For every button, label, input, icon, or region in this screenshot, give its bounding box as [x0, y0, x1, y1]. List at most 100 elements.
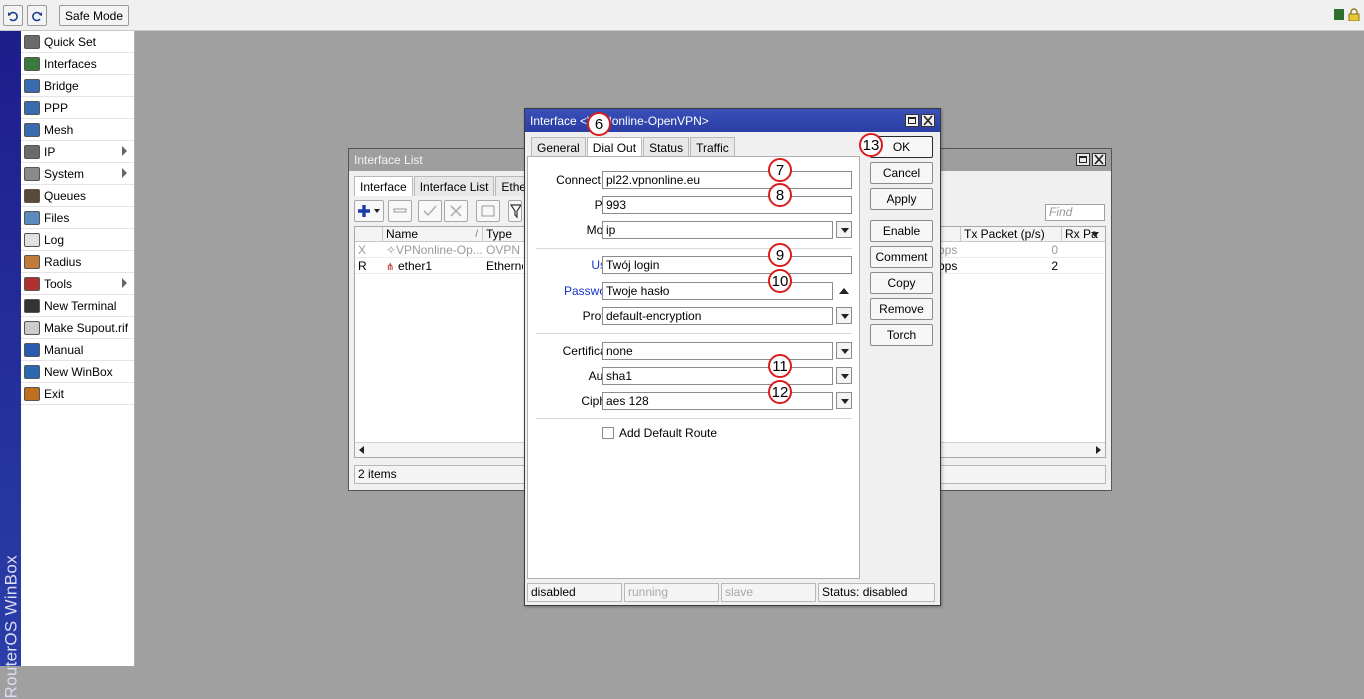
- files-icon: [24, 210, 40, 225]
- winbox-icon: [24, 364, 40, 379]
- add-button[interactable]: [354, 200, 384, 222]
- row-type: OVPN C: [486, 243, 523, 257]
- find-input[interactable]: Find: [1045, 204, 1105, 221]
- comment-button[interactable]: [476, 200, 500, 222]
- sidebar-item-quick-set[interactable]: Quick Set: [21, 31, 134, 53]
- profile-select[interactable]: default-encryption: [602, 307, 833, 325]
- tab-interface-list[interactable]: Interface List: [413, 176, 495, 196]
- password-input[interactable]: Twoje hasło: [602, 282, 833, 300]
- tab-traffic[interactable]: Traffic: [690, 137, 735, 156]
- sidebar-item-label: Interfaces: [44, 56, 97, 71]
- sidebar-item-label: Log: [44, 232, 65, 247]
- col-type[interactable]: Type: [483, 227, 523, 242]
- sidebar-item-log[interactable]: Log: [21, 229, 134, 251]
- queues-icon: [24, 188, 40, 203]
- cipher-select[interactable]: aes 128: [602, 392, 833, 410]
- mode-dropdown-icon[interactable]: [836, 221, 852, 238]
- sidebar-item-exit[interactable]: Exit: [21, 383, 134, 405]
- undo-button[interactable]: [3, 5, 23, 26]
- status-slave: slave: [721, 583, 816, 602]
- add-default-route-checkbox[interactable]: [602, 427, 614, 439]
- sidebar-item-label: Mesh: [44, 122, 74, 137]
- sidebar-menu: Quick Set Interfaces Bridge PPP Mesh IP System…: [21, 31, 135, 666]
- hide-password-icon[interactable]: [839, 288, 849, 294]
- comment-button[interactable]: Comment: [870, 246, 933, 268]
- connect-to-input[interactable]: pl22.vpnonline.eu: [602, 171, 852, 189]
- close-button[interactable]: [1092, 153, 1106, 166]
- terminal-icon: [24, 298, 40, 313]
- filter-icon: [509, 204, 523, 219]
- row-flag: R: [358, 259, 367, 273]
- annotation-marker: 7: [768, 158, 792, 182]
- sidebar-item-system[interactable]: System: [21, 163, 134, 185]
- ppp-icon: [24, 100, 40, 115]
- cancel-button[interactable]: Cancel: [870, 162, 933, 184]
- submenu-arrow-icon: [122, 146, 127, 156]
- annotation-marker: 9: [768, 243, 792, 267]
- sidebar-item-label: Quick Set: [44, 34, 97, 49]
- col-rx-packet[interactable]: Rx Pa: [1062, 227, 1105, 242]
- copy-button[interactable]: Copy: [870, 272, 933, 294]
- sidebar-item-make-supout-rif[interactable]: Make Supout.rif: [21, 317, 134, 339]
- interfaces-icon: [24, 56, 40, 71]
- sidebar-item-label: Manual: [44, 342, 84, 357]
- submenu-arrow-icon: [122, 168, 127, 178]
- auth-dropdown-icon[interactable]: [836, 367, 852, 384]
- sidebar-item-radius[interactable]: Radius: [21, 251, 134, 273]
- user-input[interactable]: Twój login: [602, 256, 852, 274]
- sidebar-item-files[interactable]: Files: [21, 207, 134, 229]
- cipher-dropdown-icon[interactable]: [836, 392, 852, 409]
- sidebar-item-queues[interactable]: Queues: [21, 185, 134, 207]
- disable-button[interactable]: [444, 200, 468, 222]
- remove-button[interactable]: [388, 200, 412, 222]
- dial-out-panel: Connect To: pl22.vpnonline.eu Port: 993 …: [527, 156, 860, 579]
- sidebar-item-ip[interactable]: IP: [21, 141, 134, 163]
- x-icon: [450, 205, 462, 217]
- sidebar-item-mesh[interactable]: Mesh: [21, 119, 134, 141]
- tab-dial-out[interactable]: Dial Out: [586, 137, 643, 156]
- close-icon: [923, 115, 933, 126]
- annotation-marker: 13: [859, 133, 883, 157]
- sidebar-item-new-winbox[interactable]: New WinBox: [21, 361, 134, 383]
- sidebar-item-interfaces[interactable]: Interfaces: [21, 53, 134, 75]
- comment-icon: [481, 205, 495, 217]
- enable-button[interactable]: Enable: [870, 220, 933, 242]
- add-default-route-label: Add Default Route: [619, 426, 718, 440]
- sidebar-item-manual[interactable]: Manual: [21, 339, 134, 361]
- tab-interface[interactable]: Interface: [354, 176, 413, 196]
- separator: [536, 248, 852, 249]
- enable-button[interactable]: [418, 200, 442, 222]
- tab-general[interactable]: General: [531, 137, 586, 156]
- tab-status[interactable]: Status: [643, 137, 690, 156]
- dialog-tabs: General Dial Out Status Traffic: [531, 137, 736, 156]
- sidebar-item-tools[interactable]: Tools: [21, 273, 134, 295]
- mode-select[interactable]: ip: [602, 221, 833, 239]
- col-name[interactable]: Name /: [383, 227, 483, 242]
- auth-select[interactable]: sha1: [602, 367, 833, 385]
- maximize-button[interactable]: [905, 114, 919, 127]
- sidebar-item-bridge[interactable]: Bridge: [21, 75, 134, 97]
- safe-mode-button[interactable]: Safe Mode: [59, 5, 129, 26]
- sidebar-item-label: New Terminal: [44, 298, 117, 313]
- maximize-button[interactable]: [1076, 153, 1090, 166]
- sidebar-item-label: IP: [44, 144, 56, 159]
- scroll-left-icon[interactable]: [359, 446, 364, 454]
- column-menu-icon[interactable]: [1091, 232, 1099, 237]
- sidebar-item-ppp[interactable]: PPP: [21, 97, 134, 119]
- annotation-marker: 8: [768, 183, 792, 207]
- torch-button[interactable]: Torch: [870, 324, 933, 346]
- sidebar-item-new-terminal[interactable]: New Terminal: [21, 295, 134, 317]
- certificate-dropdown-icon[interactable]: [836, 342, 852, 359]
- certificate-select[interactable]: none: [602, 342, 833, 360]
- profile-dropdown-icon[interactable]: [836, 307, 852, 324]
- col-flag[interactable]: [355, 227, 383, 242]
- port-input[interactable]: 993: [602, 196, 852, 214]
- remove-button[interactable]: Remove: [870, 298, 933, 320]
- annotation-marker: 6: [587, 112, 611, 136]
- scroll-right-icon[interactable]: [1096, 446, 1101, 454]
- col-tx-packet[interactable]: Tx Packet (p/s): [961, 227, 1062, 242]
- filter-button[interactable]: [508, 200, 523, 222]
- apply-button[interactable]: Apply: [870, 188, 933, 210]
- redo-button[interactable]: [27, 5, 47, 26]
- close-button[interactable]: [921, 114, 935, 127]
